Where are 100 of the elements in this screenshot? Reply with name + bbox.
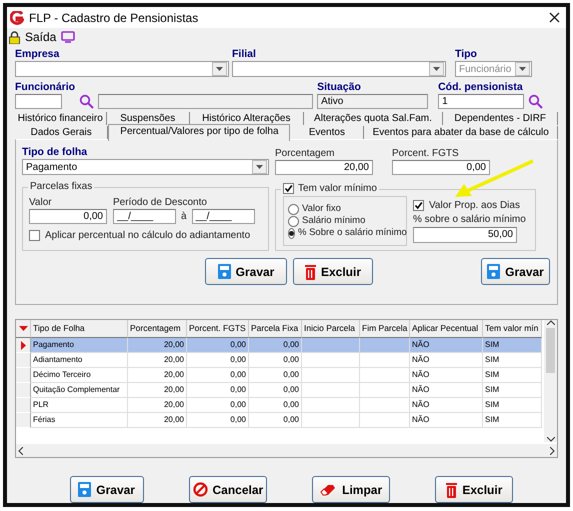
table-cell: Férias <box>31 413 128 428</box>
radio-button[interactable] <box>288 204 299 214</box>
table-cell: 0,00 <box>249 353 302 368</box>
column-header[interactable]: Tem valor mín <box>483 320 542 338</box>
monitor-icon[interactable] <box>61 31 76 44</box>
table-cell: 0,00 <box>249 398 302 413</box>
table-cell: 20,00 <box>128 353 187 368</box>
field-label: Filial <box>232 48 257 61</box>
pensioner-code-field[interactable]: 1 <box>438 94 524 109</box>
field-label: Tipo <box>455 48 478 61</box>
branch-combo-box[interactable] <box>232 61 446 77</box>
table-cell: PLR <box>31 398 128 413</box>
table-cell <box>302 368 360 383</box>
padlock-icon[interactable] <box>9 30 20 44</box>
employee-code-field[interactable] <box>15 94 62 109</box>
checkbox[interactable] <box>413 200 424 211</box>
percentage-field[interactable]: 20,00 <box>275 160 373 175</box>
tab[interactable]: Suspensões <box>106 112 190 125</box>
table-cell: NÃO <box>410 383 483 398</box>
company-combo-box[interactable] <box>15 61 229 77</box>
table-cell <box>302 353 360 368</box>
scroll-up-icon[interactable] <box>546 320 554 325</box>
row-indicator[interactable] <box>16 353 31 368</box>
radio-button[interactable] <box>288 228 295 238</box>
close-icon[interactable] <box>549 12 560 24</box>
column-header[interactable]: Porcent. FGTS <box>187 320 249 338</box>
dropdown-arrow-icon <box>433 67 440 71</box>
radio-button[interactable] <box>288 216 299 226</box>
row-indicator[interactable] <box>16 383 31 398</box>
tab[interactable]: Alterações quota Sal.Fam. <box>304 112 444 125</box>
dropdown-arrow-icon <box>216 67 223 71</box>
row-indicator[interactable] <box>16 338 31 353</box>
checkbox[interactable] <box>29 230 40 241</box>
vertical-scrollbar[interactable] <box>544 320 557 442</box>
payroll-type-combo-box[interactable]: Pagamento <box>22 159 269 175</box>
dropdown-arrow-icon <box>256 165 263 169</box>
table-cell: SIM <box>483 338 542 353</box>
table-cell: SIM <box>483 353 542 368</box>
minimum-wage-percent-field[interactable]: 50,00 <box>413 227 517 243</box>
field-label: Porcentagem <box>275 147 336 160</box>
table-cell: 0,00 <box>249 413 302 428</box>
scroll-down-icon[interactable] <box>546 437 554 442</box>
table-cell: 0,00 <box>187 353 249 368</box>
save-icon <box>487 264 500 279</box>
table-cell: Adiantamento <box>31 353 128 368</box>
table-cell: 20,00 <box>128 398 187 413</box>
table-cell <box>302 383 360 398</box>
column-header[interactable]: Aplicar Pecentual <box>410 320 483 338</box>
current-row-icon <box>20 340 26 350</box>
fgts-percentage-field[interactable]: 0,00 <box>392 160 490 175</box>
table-cell <box>360 353 410 368</box>
save-button[interactable]: Gravar <box>205 258 287 285</box>
column-header[interactable]: Inicio Parcela <box>302 320 360 338</box>
value-field[interactable]: 0,00 <box>29 209 107 224</box>
save-button[interactable]: Gravar <box>70 476 144 503</box>
clear-button[interactable]: Limpar <box>312 476 390 503</box>
field-label: Cód. pensionista <box>438 81 524 94</box>
table-cell: Quitação Complementar <box>31 383 128 398</box>
checkbox[interactable] <box>283 183 294 194</box>
table-cell <box>302 413 360 428</box>
status-field: Ativo <box>317 94 428 109</box>
table-cell <box>360 338 410 353</box>
scroll-right-icon[interactable] <box>550 446 555 454</box>
save-icon <box>78 482 92 497</box>
table-cell <box>302 398 360 413</box>
checkbox-label: Aplicar percentual no cálculo do adiantamento <box>45 229 250 242</box>
column-header[interactable]: Porcentagem <box>128 320 187 338</box>
field-label: Tipo de folha <box>22 146 88 159</box>
end-date-field[interactable]: __/____ <box>192 209 255 224</box>
row-indicator[interactable] <box>16 368 31 383</box>
checkbox-label: Tem valor mínimo <box>298 182 377 195</box>
field-label: Empresa <box>15 48 60 61</box>
table-cell: Pagamento <box>31 338 128 353</box>
table-cell: NÃO <box>410 368 483 383</box>
column-header[interactable]: Parcela Fixa <box>249 320 302 338</box>
start-date-field[interactable]: __/____ <box>113 209 176 224</box>
separator-label: à <box>181 210 187 223</box>
horizontal-scrollbar[interactable] <box>16 444 557 457</box>
table-cell: 0,00 <box>249 368 302 383</box>
search-icon[interactable] <box>79 94 94 109</box>
field-label: Situação <box>317 81 362 94</box>
save-button[interactable]: Gravar <box>481 258 550 285</box>
field-label: Porcent. FGTS <box>392 147 460 160</box>
row-indicator[interactable] <box>16 413 31 428</box>
delete-button[interactable]: Excluir <box>435 476 514 503</box>
table-cell: SIM <box>483 398 542 413</box>
column-header[interactable]: Tipo de Folha <box>31 320 128 338</box>
column-header[interactable]: Fim Parcela <box>360 320 410 338</box>
exit-label[interactable]: Saída <box>25 30 56 44</box>
scroll-left-icon[interactable] <box>18 446 23 454</box>
search-icon[interactable] <box>528 94 544 109</box>
sort-arrow-icon[interactable] <box>18 326 28 331</box>
table-cell: 0,00 <box>187 413 249 428</box>
tab[interactable]: Percentual/Valores por tipo de folha <box>108 124 290 141</box>
cancel-button[interactable]: Cancelar <box>188 476 267 503</box>
checkbox-label: Valor Prop. aos Dias <box>429 199 520 212</box>
row-indicator[interactable] <box>16 398 31 413</box>
table-cell: SIM <box>483 383 542 398</box>
table-cell: 0,00 <box>187 383 249 398</box>
delete-button[interactable]: Excluir <box>293 258 373 285</box>
